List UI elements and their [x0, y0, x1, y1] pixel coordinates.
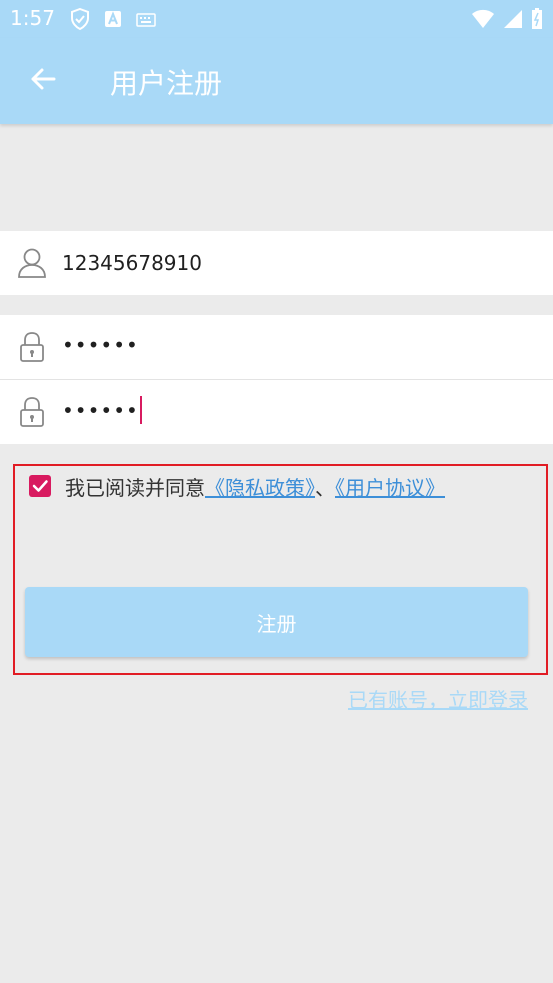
arrow-left-icon — [30, 67, 56, 95]
phone-input[interactable]: 12345678910 — [62, 251, 202, 275]
checkmark-icon — [29, 480, 51, 501]
phone-field[interactable]: 12345678910 — [0, 231, 553, 295]
password-input[interactable]: •••••• — [62, 333, 139, 357]
lock-icon — [17, 396, 47, 428]
back-button[interactable] — [22, 60, 64, 102]
password-field[interactable]: •••••• — [0, 315, 553, 379]
wifi-icon — [471, 9, 495, 33]
a-badge-icon — [104, 10, 122, 32]
shield-check-icon — [70, 7, 90, 34]
signal-icon — [503, 9, 523, 33]
battery-icon — [531, 8, 543, 34]
agreement-prefix: 我已阅读并同意 — [65, 476, 205, 500]
confirm-password-value: •••••• — [62, 398, 139, 423]
status-time: 1:57 — [10, 6, 55, 30]
agreement-text: 我已阅读并同意《隐私政策》、《用户协议》 — [65, 472, 445, 501]
lock-icon — [17, 331, 47, 363]
app-bar: 用户注册 — [0, 38, 553, 124]
keyboard-icon — [136, 12, 156, 31]
register-button[interactable]: 注册 — [25, 587, 528, 657]
user-agreement-link[interactable]: 《用户协议》 — [335, 476, 445, 500]
confirm-password-input[interactable]: •••••• — [62, 396, 142, 426]
status-bar: 1:57 — [0, 0, 553, 38]
agreement-checkbox[interactable] — [29, 475, 51, 497]
privacy-policy-link[interactable]: 《隐私政策》 — [205, 476, 315, 500]
login-link[interactable]: 已有账号，立即登录 — [348, 684, 528, 713]
page-title: 用户注册 — [110, 67, 223, 100]
register-button-label: 注册 — [256, 611, 297, 636]
user-icon — [17, 247, 47, 279]
agreement-separator: 、 — [315, 476, 335, 500]
status-icons-right — [471, 8, 543, 34]
status-icons-left — [70, 7, 156, 34]
confirm-password-field[interactable]: •••••• — [0, 380, 553, 444]
text-cursor — [139, 396, 142, 424]
